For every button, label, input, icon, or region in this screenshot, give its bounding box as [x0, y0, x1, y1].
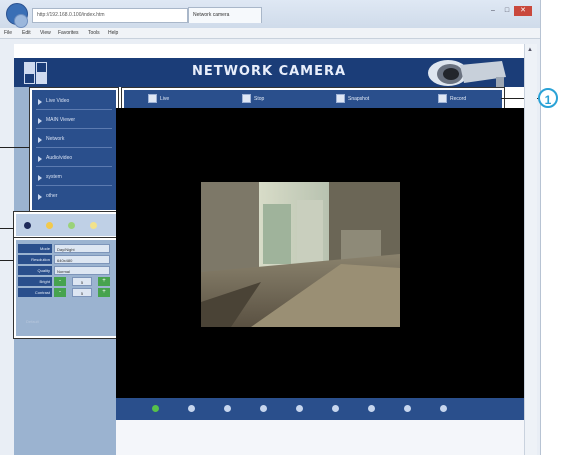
- contrast-value[interactable]: 5: [72, 288, 92, 297]
- scroll-up-icon[interactable]: ▲: [526, 46, 534, 54]
- browser-menubar: File Edit View Favorites Tools Help: [0, 28, 540, 39]
- channel-5-button[interactable]: [296, 405, 303, 412]
- channel-2-button[interactable]: [188, 405, 195, 412]
- arrow-right-icon: [38, 137, 42, 143]
- channel-strip: [116, 398, 524, 420]
- default-link[interactable]: Default: [26, 319, 39, 324]
- minimize-icon[interactable]: –: [486, 6, 500, 16]
- zoom-control: [13, 211, 119, 239]
- arrow-right-icon: [38, 156, 42, 162]
- zoom-option[interactable]: [24, 222, 31, 229]
- close-icon[interactable]: ✕: [514, 6, 532, 16]
- menu-item-other[interactable]: other: [36, 189, 112, 204]
- contrast-plus-button[interactable]: +: [98, 288, 110, 297]
- browser-tab[interactable]: Network camera: [188, 7, 262, 23]
- channel-1-button[interactable]: [152, 405, 159, 412]
- menu-view[interactable]: View: [40, 28, 51, 38]
- callout-marker: 1: [538, 88, 558, 108]
- zoom-option[interactable]: [90, 222, 97, 229]
- bright-value[interactable]: 5: [72, 277, 92, 286]
- bright-stepper: - 5 +: [54, 277, 110, 286]
- callout-leader: [0, 228, 14, 229]
- bright-minus-button[interactable]: -: [54, 277, 66, 286]
- contrast-stepper: - 5 +: [54, 288, 110, 297]
- menu-tools[interactable]: Tools: [88, 28, 100, 38]
- callout-leader: [0, 147, 30, 148]
- channel-6-button[interactable]: [332, 405, 339, 412]
- forward-button[interactable]: [14, 14, 28, 28]
- nav-menu: Live Video MAIN Viewer Network Audio/vid…: [29, 87, 119, 213]
- menu-edit[interactable]: Edit: [22, 28, 31, 38]
- channel-8-button[interactable]: [404, 405, 411, 412]
- contrast-minus-button[interactable]: -: [54, 288, 66, 297]
- page-footer: [116, 420, 524, 455]
- address-bar[interactable]: http://192.168.0.100/index.htm: [32, 8, 188, 23]
- channel-7-button[interactable]: [368, 405, 375, 412]
- snapshot-icon: [336, 94, 345, 103]
- bright-plus-button[interactable]: +: [98, 277, 110, 286]
- arrow-right-icon: [38, 99, 42, 105]
- callout-leader: [0, 260, 14, 261]
- arrow-right-icon: [38, 175, 42, 181]
- resolution-select[interactable]: 640x480: [54, 255, 110, 264]
- camera-icon: [418, 59, 510, 87]
- stop-icon: [242, 94, 251, 103]
- menu-help[interactable]: Help: [108, 28, 118, 38]
- channel-3-button[interactable]: [224, 405, 231, 412]
- menu-item-network[interactable]: Network: [36, 132, 112, 148]
- menu-item-system[interactable]: system: [36, 170, 112, 186]
- channel-9-button[interactable]: [440, 405, 447, 412]
- record-icon: [438, 94, 447, 103]
- menu-file[interactable]: File: [4, 28, 12, 38]
- live-icon: [148, 94, 157, 103]
- live-video-frame[interactable]: [201, 182, 400, 327]
- maximize-icon[interactable]: □: [500, 6, 514, 16]
- mode-select[interactable]: Day/Night: [54, 244, 110, 253]
- page-title: NETWORK CAMERA: [191, 64, 347, 79]
- channel-4-button[interactable]: [260, 405, 267, 412]
- quality-select[interactable]: Normal: [54, 266, 110, 275]
- arrow-right-icon: [38, 118, 42, 124]
- zoom-option[interactable]: [46, 222, 53, 229]
- brand-logo: [20, 60, 60, 84]
- menu-item-main-viewer[interactable]: MAIN Viewer: [36, 113, 112, 129]
- zoom-option[interactable]: [68, 222, 75, 229]
- menu-item-live-video[interactable]: Live Video: [36, 94, 112, 110]
- menu-favorites[interactable]: Favorites: [58, 28, 79, 38]
- menu-item-audio-video[interactable]: Audio/video: [36, 151, 112, 167]
- arrow-right-icon: [38, 194, 42, 200]
- video-toolbar: Live Stop Snapshot Record: [121, 87, 505, 111]
- vertical-scrollbar[interactable]: [524, 44, 537, 455]
